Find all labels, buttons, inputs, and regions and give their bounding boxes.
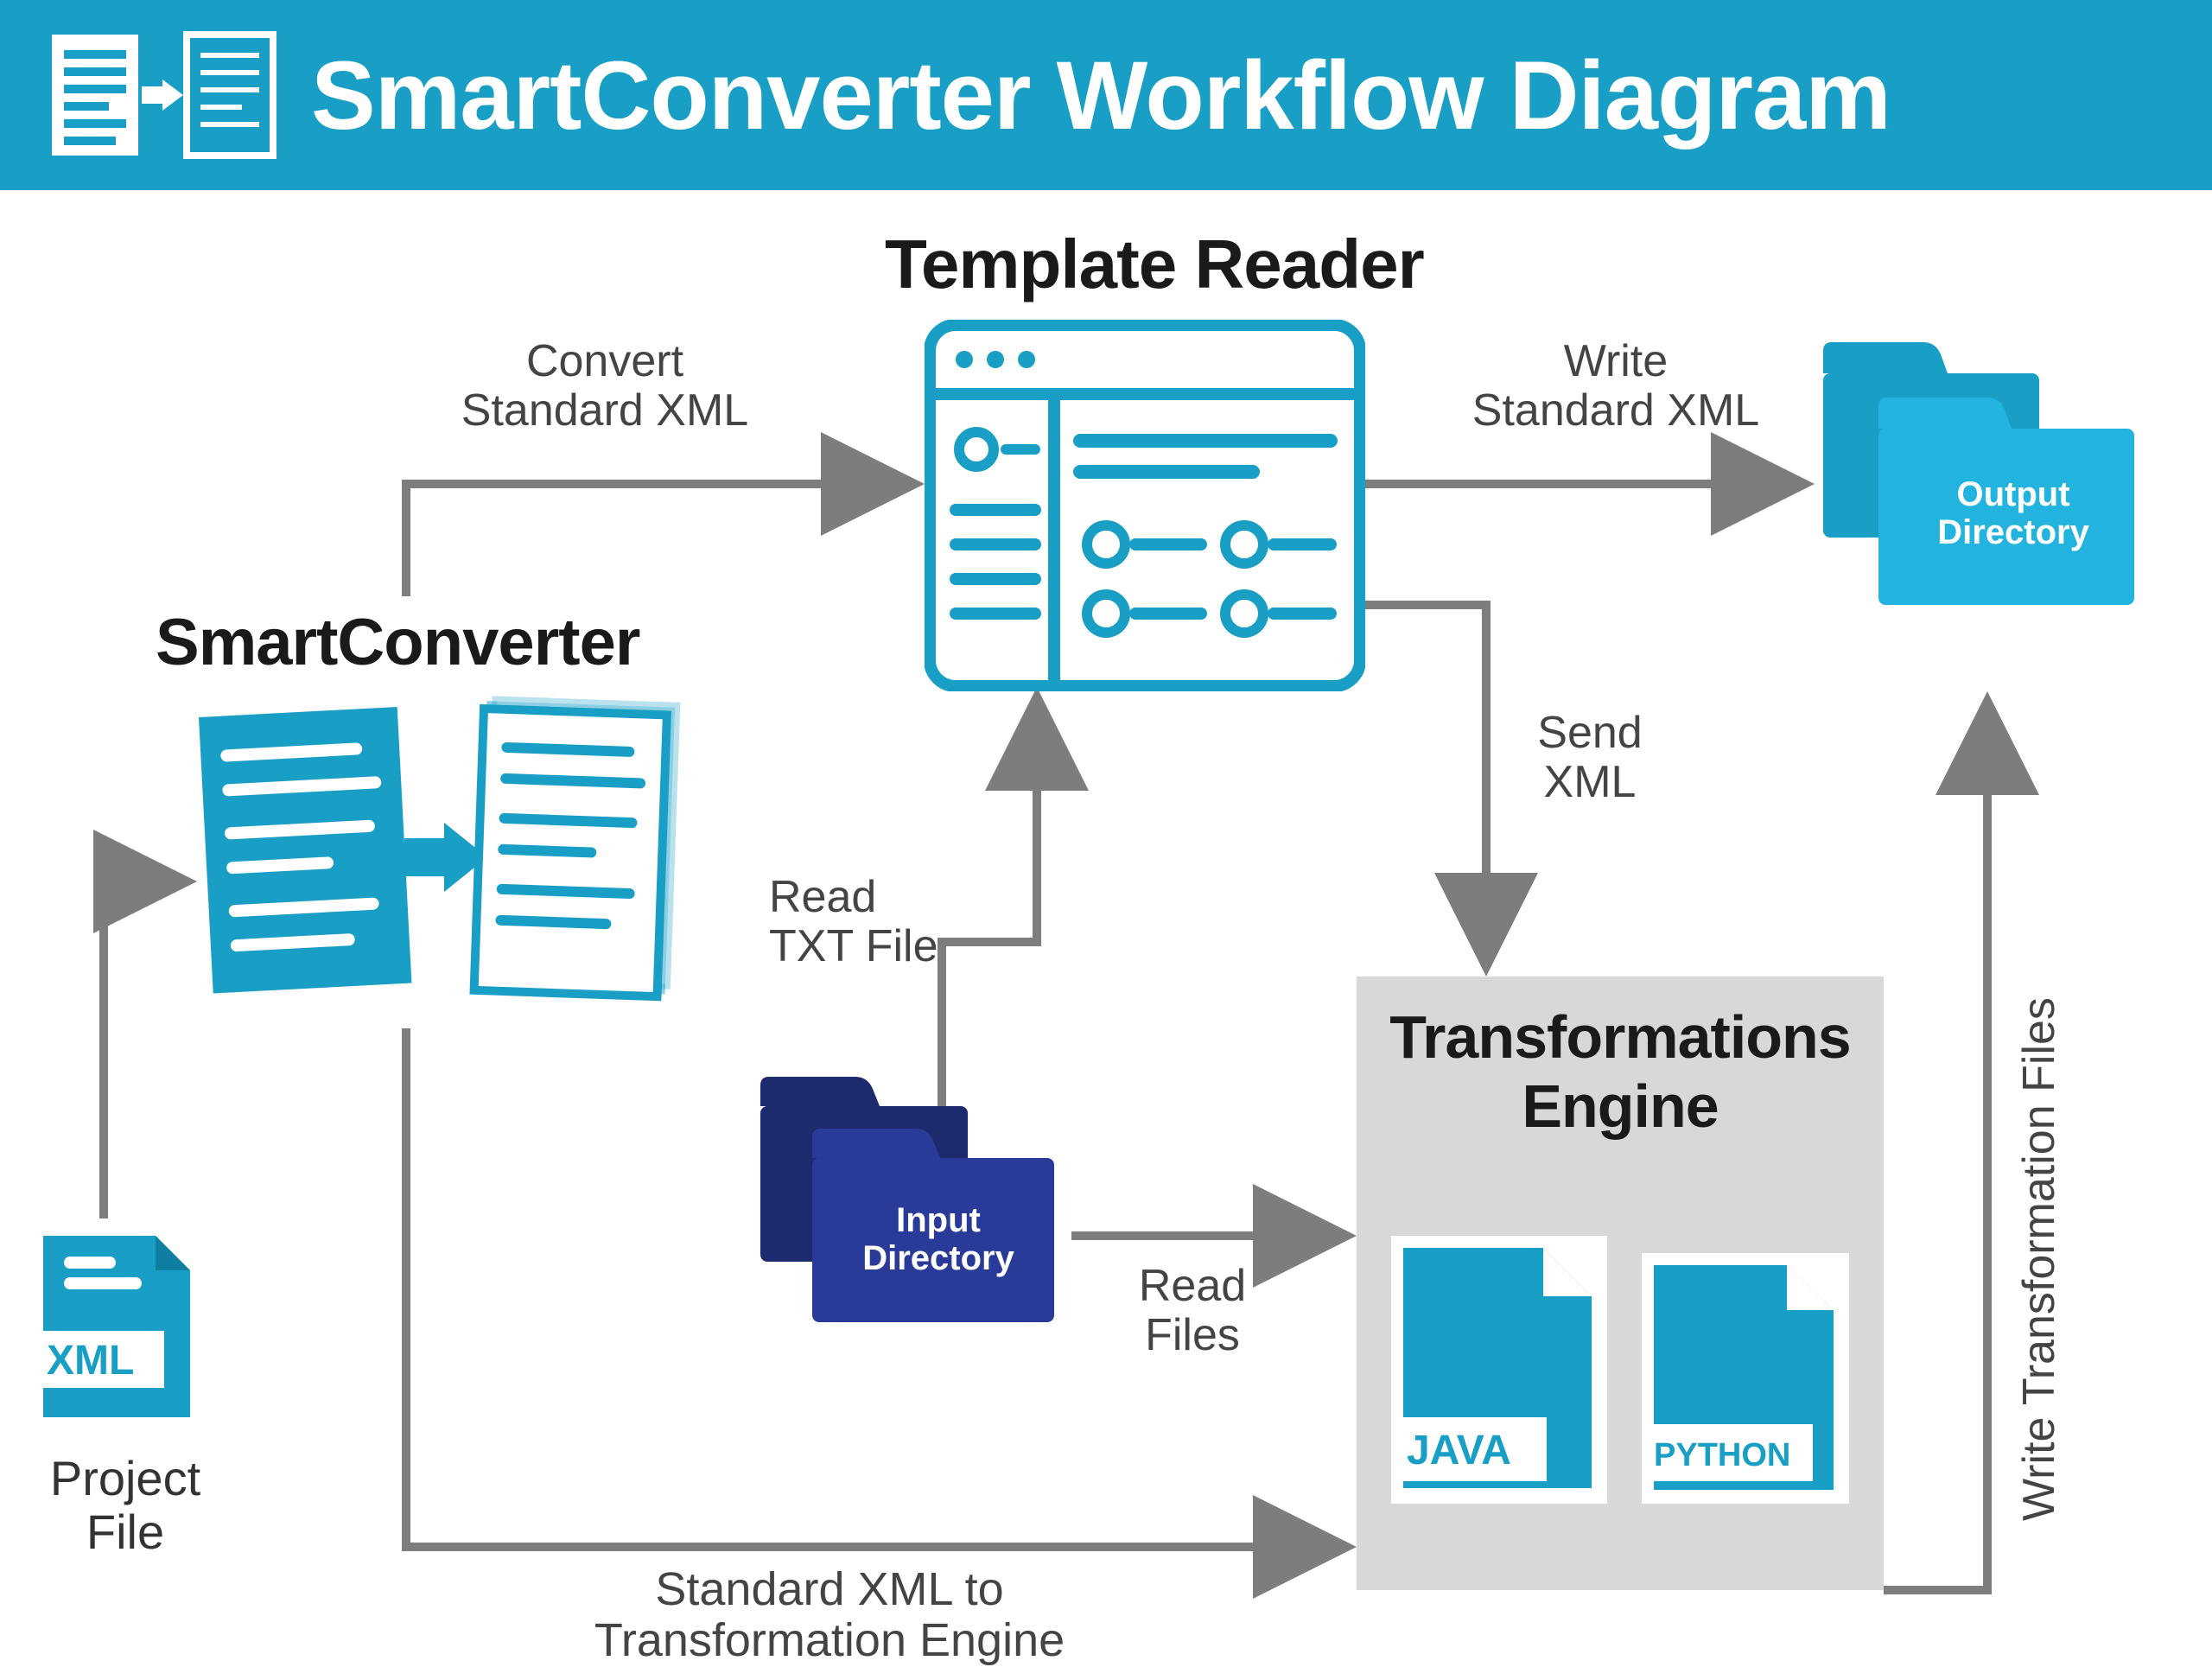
template-reader-node bbox=[925, 320, 1365, 696]
project-file-node: XML bbox=[35, 1227, 207, 1439]
write-transform-files-label: Write Transformation Files bbox=[2013, 743, 2065, 1521]
smartconverter-icon bbox=[199, 691, 683, 1037]
header-bar: SmartConverter Workflow Diagram bbox=[0, 0, 2212, 190]
xml-badge-text: XML bbox=[47, 1338, 134, 1384]
output-directory-node: Output Directory bbox=[1815, 337, 2143, 618]
header-title: SmartConverter Workflow Diagram bbox=[311, 40, 1891, 151]
std-xml-to-engine-label: Standard XML to Transformation Engine bbox=[536, 1564, 1123, 1667]
logo-icon bbox=[52, 26, 276, 164]
python-badge-text: PYTHON bbox=[1654, 1437, 1790, 1473]
convert-std-xml-label: Convert Standard XML bbox=[415, 337, 795, 436]
java-badge-text: JAVA bbox=[1407, 1428, 1511, 1473]
input-directory-node: Input Directory bbox=[752, 1072, 1063, 1335]
write-std-xml-label: Write Standard XML bbox=[1434, 337, 1797, 436]
read-files-label: Read Files bbox=[1106, 1262, 1279, 1360]
project-file-label: Project File bbox=[35, 1452, 216, 1558]
java-file-icon: JAVA bbox=[1391, 1236, 1607, 1508]
read-txt-label: Read TXT File bbox=[769, 873, 976, 971]
python-file-icon: PYTHON bbox=[1642, 1253, 1849, 1508]
template-reader-icon bbox=[925, 320, 1365, 691]
template-reader-label: Template Reader bbox=[885, 225, 1424, 304]
output-dir-label: Output Directory bbox=[1901, 475, 2126, 551]
input-dir-label: Input Directory bbox=[835, 1201, 1042, 1277]
xml-file-icon: XML bbox=[35, 1227, 207, 1435]
smartconverter-label: SmartConverter bbox=[156, 605, 639, 680]
transformations-engine-label: Transformations Engine bbox=[1357, 977, 1884, 1149]
send-xml-label: Send XML bbox=[1512, 709, 1668, 807]
transformations-engine-node: Transformations Engine JAVA PYTHON bbox=[1357, 977, 1884, 1590]
diagram-canvas: XML Project File SmartConverter bbox=[0, 190, 2212, 1659]
smartconverter-node bbox=[199, 691, 683, 1041]
